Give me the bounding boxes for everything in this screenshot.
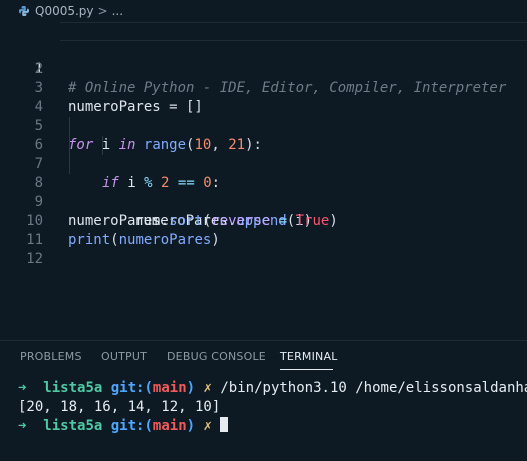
current-line-highlight [60, 22, 527, 41]
chevron-right-icon: > [97, 4, 108, 18]
prompt-directory: lista5a [43, 418, 103, 434]
prompt-directory: lista5a [43, 380, 103, 396]
prompt-branch: main [152, 380, 187, 396]
breadcrumb-more[interactable]: ... [112, 4, 123, 18]
code-line: 3 numeroPares = [] [0, 60, 527, 115]
breadcrumb-file[interactable]: Q0005.py [35, 4, 94, 18]
code-editor[interactable]: 1 2 # Online Python - IDE, Editor, Compi… [0, 22, 527, 340]
bottom-panel: PROBLEMS OUTPUT DEBUG CONSOLE TERMINAL ➜… [0, 340, 527, 461]
terminal-output: [20, 18, 16, 14, 12, 10] [18, 399, 221, 415]
code-line: 5 for i in range(10, 21): [0, 98, 527, 153]
terminal[interactable]: ➜ lista5a git:(main) ✗ /bin/python3.10 /… [0, 379, 527, 461]
terminal-line: ➜ lista5a git:(main) ✗ /bin/python3.10 /… [18, 379, 527, 398]
dirty-marker-icon: ✗ [203, 380, 212, 396]
indent-guide [69, 136, 70, 155]
code-line: 11 [0, 212, 527, 248]
indent-guide [69, 117, 70, 136]
panel-tabs: PROBLEMS OUTPUT DEBUG CONSOLE TERMINAL [0, 341, 527, 373]
tab-problems[interactable]: PROBLEMS [20, 350, 82, 363]
terminal-line: [20, 18, 16, 14, 12, 10] [18, 398, 220, 417]
code-line: 7 numeroPares.append(i) [0, 136, 527, 229]
python-file-icon [18, 5, 30, 17]
code-line: 9 numeroPares.sort(reverse = True) [0, 174, 527, 229]
prompt-branch: main [152, 418, 187, 434]
code-line: 1 [0, 22, 527, 77]
active-tab-indicator [280, 369, 333, 370]
code-line: 10 print(numeroPares) [0, 193, 527, 248]
tab-output[interactable]: OUTPUT [101, 350, 147, 363]
code-line: 8 [0, 155, 527, 191]
line-number: 12 [26, 251, 43, 267]
terminal-command: /bin/python3.10 /home/elissonsaldanha/Dc [220, 380, 527, 396]
indent-guide [102, 136, 103, 155]
tab-debug-console[interactable]: DEBUG CONSOLE [167, 350, 266, 363]
terminal-line: ➜ lista5a git:(main) ✗ [18, 417, 229, 436]
code-line: 6 if i % 2 == 0: [0, 117, 527, 191]
tab-terminal[interactable]: TERMINAL [280, 350, 338, 363]
terminal-cursor [220, 417, 229, 432]
indent-guide [69, 155, 70, 174]
code-line: 2 # Online Python - IDE, Editor, Compile… [0, 41, 527, 96]
breadcrumb: Q0005.py > ... [0, 0, 527, 22]
dirty-marker-icon: ✗ [203, 418, 212, 434]
prompt-git: git:( [110, 418, 153, 434]
prompt-git: git:( [110, 380, 153, 396]
code-line: 4 [0, 79, 527, 115]
code-line: 12 [0, 231, 527, 267]
